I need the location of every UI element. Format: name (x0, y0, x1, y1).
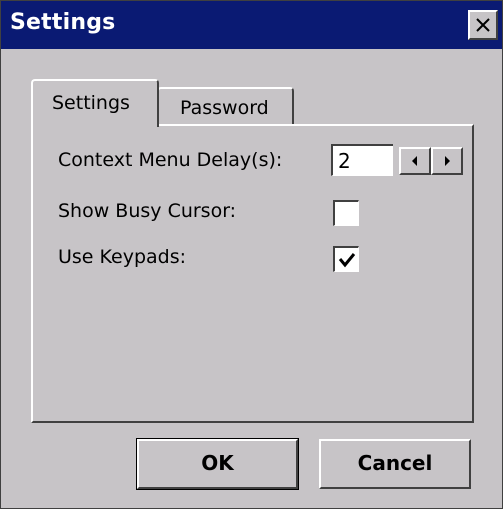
use-keypads-label: Use Keypads: (58, 246, 187, 268)
checkmark-icon (338, 253, 356, 268)
arrow-right-icon (445, 156, 450, 166)
tab-settings[interactable]: Settings (31, 79, 159, 127)
show-busy-cursor-label: Show Busy Cursor: (58, 200, 237, 222)
arrow-left-icon (412, 156, 417, 166)
tab-password[interactable]: Password (157, 87, 294, 125)
close-button[interactable] (468, 10, 498, 40)
show-busy-cursor-checkbox[interactable] (333, 200, 359, 226)
spin-decrement-button[interactable] (399, 147, 431, 175)
tab-label: Password (180, 97, 269, 119)
ok-button[interactable]: OK (136, 438, 299, 490)
cancel-button[interactable]: Cancel (319, 439, 471, 489)
window-title: Settings (10, 10, 116, 35)
title-bar[interactable]: Settings (1, 1, 502, 49)
settings-dialog: Settings Settings Password Context Menu … (0, 0, 503, 509)
tab-label: Settings (52, 92, 130, 114)
close-icon (476, 18, 490, 32)
context-menu-delay-label: Context Menu Delay(s): (58, 149, 283, 171)
use-keypads-checkbox[interactable] (333, 246, 359, 272)
spin-increment-button[interactable] (431, 147, 463, 175)
context-menu-delay-input[interactable]: 2 (331, 144, 393, 176)
